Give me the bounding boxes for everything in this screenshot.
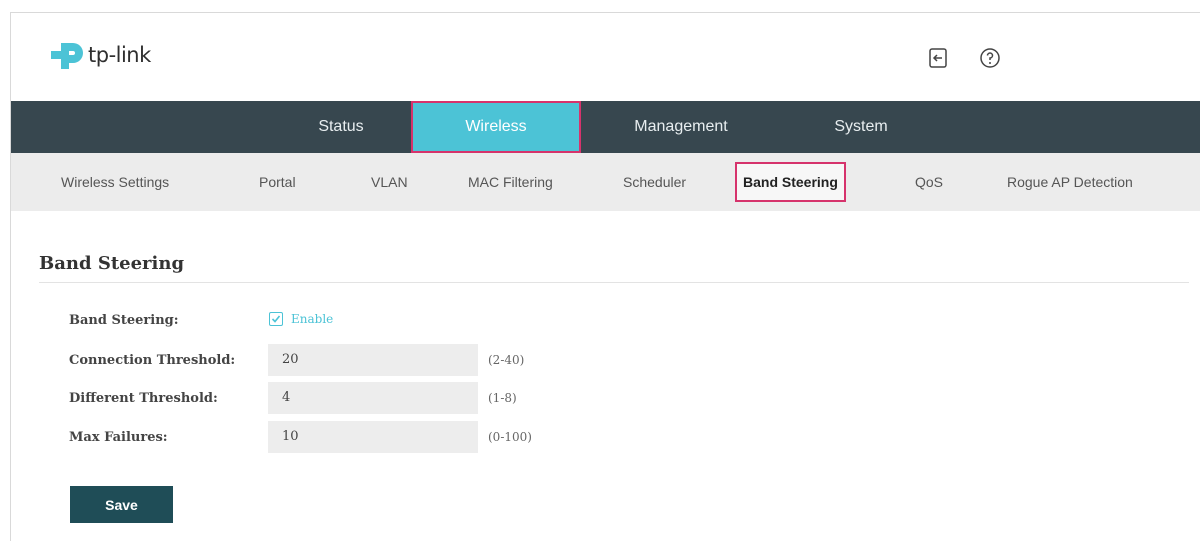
help-icon[interactable] bbox=[979, 47, 1001, 69]
connection-threshold-input[interactable]: 20 bbox=[268, 344, 478, 376]
tp-link-logo[interactable]: tp-link bbox=[51, 41, 151, 69]
different-threshold-label: Different Threshold: bbox=[69, 391, 218, 406]
subnav-scheduler[interactable]: Scheduler bbox=[623, 153, 686, 211]
different-threshold-range: (1-8) bbox=[488, 391, 517, 405]
subnav-rogue-ap-detection[interactable]: Rogue AP Detection bbox=[1007, 153, 1133, 211]
connection-threshold-range: (2-40) bbox=[488, 353, 525, 367]
connection-threshold-label: Connection Threshold: bbox=[69, 353, 236, 368]
max-failures-input[interactable]: 10 bbox=[268, 421, 478, 453]
subnav-vlan[interactable]: VLAN bbox=[371, 153, 408, 211]
tab-wireless[interactable]: Wireless bbox=[411, 101, 581, 153]
brand-name: tp-link bbox=[88, 43, 151, 67]
band-steering-enable-toggle[interactable]: Enable bbox=[269, 312, 333, 326]
band-steering-label: Band Steering: bbox=[69, 313, 179, 328]
check-icon bbox=[271, 315, 281, 323]
max-failures-range: (0-100) bbox=[488, 430, 532, 444]
subnav-portal[interactable]: Portal bbox=[259, 153, 296, 211]
tab-system[interactable]: System bbox=[801, 101, 921, 153]
logout-icon[interactable] bbox=[927, 47, 949, 69]
main-nav: Status Wireless Management System bbox=[11, 101, 1200, 153]
tp-link-logo-icon bbox=[51, 43, 83, 69]
section-divider bbox=[39, 282, 1189, 283]
tab-management[interactable]: Management bbox=[606, 101, 756, 153]
section-title: Band Steering bbox=[39, 253, 185, 274]
save-button[interactable]: Save bbox=[70, 486, 173, 523]
enable-label: Enable bbox=[291, 312, 334, 326]
enable-checkbox[interactable] bbox=[269, 312, 283, 326]
subnav-mac-filtering[interactable]: MAC Filtering bbox=[468, 153, 553, 211]
sub-nav: Wireless Settings Portal VLAN MAC Filter… bbox=[11, 153, 1200, 211]
subnav-wireless-settings[interactable]: Wireless Settings bbox=[61, 153, 169, 211]
header: tp-link bbox=[11, 13, 1200, 101]
app-frame: tp-link Status Wireless Management Syste… bbox=[10, 12, 1200, 541]
max-failures-label: Max Failures: bbox=[69, 430, 168, 445]
different-threshold-input[interactable]: 4 bbox=[268, 382, 478, 414]
tab-status[interactable]: Status bbox=[276, 101, 406, 153]
subnav-band-steering[interactable]: Band Steering bbox=[735, 162, 846, 202]
subnav-qos[interactable]: QoS bbox=[915, 153, 943, 211]
